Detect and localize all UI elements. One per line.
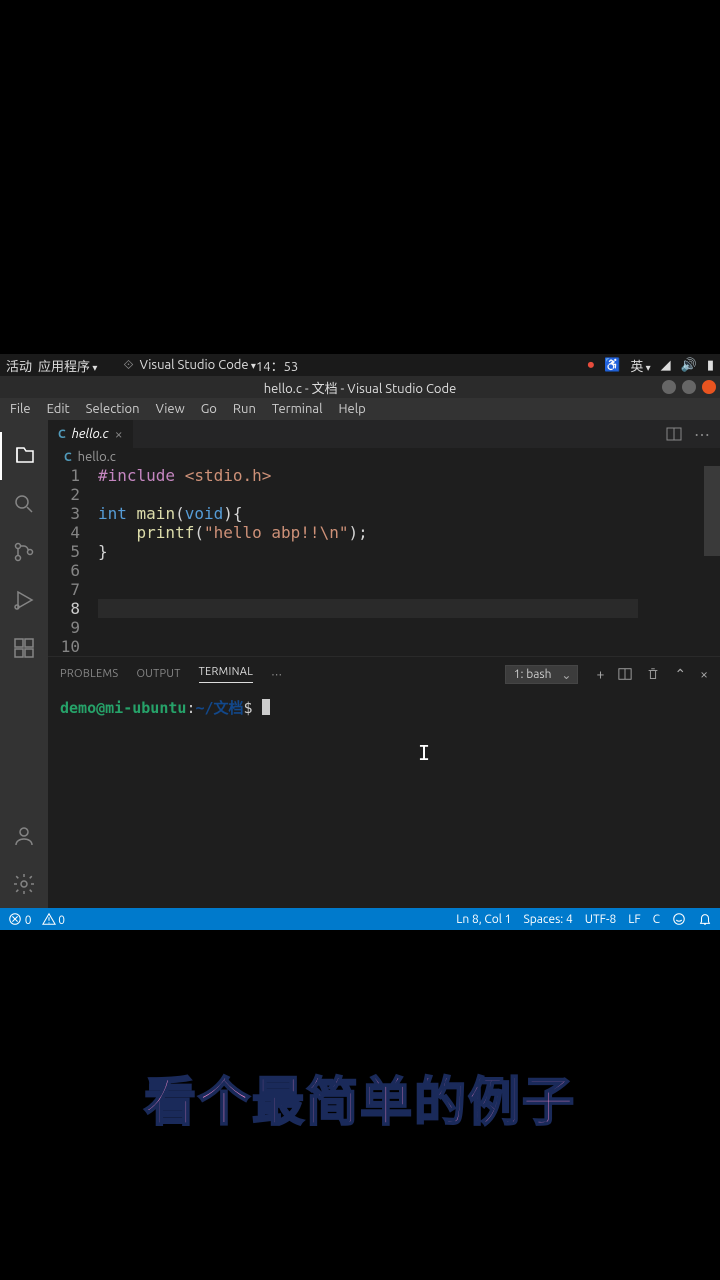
terminal-path: ~/文档: [195, 699, 243, 717]
status-language[interactable]: C: [653, 913, 660, 926]
maximize-panel-icon[interactable]: ⌃: [674, 666, 686, 683]
panel: PROBLEMS OUTPUT TERMINAL ⋯ 1: bash + ⌃ ×…: [48, 656, 720, 908]
line-number: 5: [48, 542, 98, 561]
status-feedback-icon[interactable]: [672, 912, 686, 926]
line-number: 8: [48, 599, 98, 618]
kill-terminal-icon[interactable]: [646, 667, 660, 681]
panel-overflow-icon[interactable]: ⋯: [271, 668, 282, 681]
menu-help[interactable]: Help: [332, 400, 371, 418]
status-indent[interactable]: Spaces: 4: [523, 913, 572, 926]
new-terminal-icon[interactable]: +: [596, 666, 604, 682]
terminal-user: demo@mi-ubuntu: [60, 699, 186, 717]
accounts-icon[interactable]: [0, 812, 48, 860]
split-terminal-icon[interactable]: [618, 667, 632, 681]
wifi-icon[interactable]: ◢: [661, 358, 671, 373]
window-maximize[interactable]: [682, 380, 696, 394]
applications-menu[interactable]: 应用程序: [38, 356, 97, 375]
status-eol[interactable]: LF: [628, 913, 640, 926]
line-number: 7: [48, 580, 98, 599]
split-editor-icon[interactable]: [666, 426, 682, 442]
menu-edit[interactable]: Edit: [41, 400, 76, 418]
editor-tabs: C hello.c × ⋯: [48, 420, 720, 448]
line-number: 2: [48, 485, 98, 504]
activity-bar: [0, 420, 48, 908]
volume-icon[interactable]: 🔊: [681, 358, 697, 373]
menu-bar: File Edit Selection View Go Run Terminal…: [0, 398, 720, 420]
run-debug-icon[interactable]: [0, 576, 48, 624]
breadcrumb[interactable]: C hello.c: [48, 448, 720, 466]
tab-output[interactable]: OUTPUT: [136, 668, 180, 680]
c-file-icon: C: [64, 451, 72, 464]
tab-label: hello.c: [72, 427, 109, 441]
app-indicator[interactable]: Visual Studio Code: [140, 358, 256, 372]
terminal-prompt: $: [244, 699, 262, 717]
status-bell-icon[interactable]: [698, 912, 712, 926]
battery-icon[interactable]: ▮: [707, 358, 714, 373]
close-panel-icon[interactable]: ×: [700, 666, 708, 682]
source-control-icon[interactable]: [0, 528, 48, 576]
c-file-icon: C: [58, 428, 66, 441]
vscode-indicator-icon: ⟐: [123, 358, 133, 373]
menu-run[interactable]: Run: [227, 400, 262, 418]
line-number: 9: [48, 618, 98, 637]
menu-go[interactable]: Go: [195, 400, 223, 418]
tab-problems[interactable]: PROBLEMS: [60, 668, 118, 680]
explorer-icon[interactable]: [0, 432, 48, 480]
line-number: 3: [48, 504, 98, 523]
activities[interactable]: 活动: [6, 356, 32, 375]
menu-file[interactable]: File: [4, 400, 37, 418]
status-warnings[interactable]: 0: [42, 912, 66, 927]
window-minimize[interactable]: [662, 380, 676, 394]
search-icon[interactable]: [0, 480, 48, 528]
minimap[interactable]: [665, 466, 720, 656]
minimap-thumb[interactable]: [704, 466, 720, 556]
tab-close-icon[interactable]: ×: [115, 426, 123, 442]
extensions-icon[interactable]: [0, 624, 48, 672]
status-cursor-pos[interactable]: Ln 8, Col 1: [456, 913, 511, 926]
status-encoding[interactable]: UTF-8: [585, 913, 616, 926]
terminal-selector[interactable]: 1: bash: [505, 665, 579, 684]
terminal-cursor: [262, 699, 270, 715]
line-number: 1: [48, 466, 98, 485]
clock[interactable]: 14：53: [256, 356, 298, 375]
terminal[interactable]: demo@mi-ubuntu:~/文档$ I: [48, 691, 720, 908]
tab-terminal[interactable]: TERMINAL: [199, 666, 254, 683]
code-editor[interactable]: 1#include <stdio.h> 2 3int main(void){ 4…: [48, 466, 720, 656]
desktop-topbar: 活动 应用程序 ⟐ Visual Studio Code 14：53 ⏺ ♿ 英…: [0, 354, 720, 376]
status-bar: 0 0 Ln 8, Col 1 Spaces: 4 UTF-8 LF C: [0, 908, 720, 930]
menu-terminal[interactable]: Terminal: [266, 400, 329, 418]
line-number: 4: [48, 523, 98, 542]
menu-selection[interactable]: Selection: [80, 400, 146, 418]
text-cursor-icon: I: [418, 741, 420, 763]
more-actions-icon[interactable]: ⋯: [694, 425, 710, 444]
settings-icon[interactable]: [0, 860, 48, 908]
input-method[interactable]: 英: [630, 356, 650, 375]
window-close[interactable]: [702, 380, 716, 394]
editor-area: C hello.c × ⋯ C hello.c 1#include <stdio…: [48, 420, 720, 656]
video-caption: 看个最简单的例子: [0, 1060, 720, 1135]
status-errors[interactable]: 0: [8, 912, 32, 927]
accessibility-icon[interactable]: ♿: [604, 358, 620, 373]
tab-hello-c[interactable]: C hello.c ×: [48, 420, 133, 448]
window-title: hello.c - 文档 - Visual Studio Code: [264, 378, 457, 397]
line-number: 10: [48, 637, 98, 656]
screen-record-icon[interactable]: ⏺: [588, 358, 595, 373]
line-number: 6: [48, 561, 98, 580]
breadcrumb-file: hello.c: [78, 450, 116, 464]
window-titlebar: hello.c - 文档 - Visual Studio Code: [0, 376, 720, 398]
menu-view[interactable]: View: [150, 400, 191, 418]
